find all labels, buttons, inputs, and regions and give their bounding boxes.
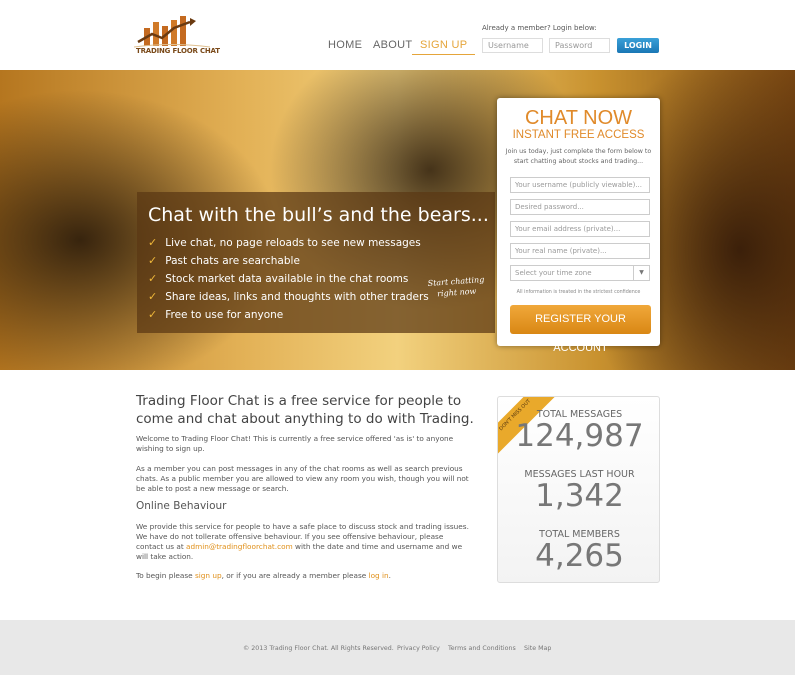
feature-text: Past chats are searchable — [165, 255, 300, 267]
desc-line: Join us today, just complete the form be… — [505, 148, 652, 155]
signup-description: Join us today, just complete the form be… — [497, 147, 660, 167]
signup-subtitle: INSTANT FREE ACCESS — [512, 129, 645, 141]
timezone-select[interactable]: Select your time zone ▼ — [510, 265, 650, 281]
password-field[interactable]: Desired password... — [510, 199, 650, 215]
text: To begin please — [136, 571, 195, 580]
begin-paragraph: To begin please sign up, or if you are a… — [136, 571, 471, 581]
behaviour-paragraph: We provide this service for people to ha… — [136, 522, 471, 562]
real-name-field[interactable]: Your real name (private)... — [510, 243, 650, 259]
feature-text: Share ideas, links and thoughts with oth… — [165, 291, 429, 303]
stat-value: 4,265 — [535, 538, 624, 574]
check-icon: ✓ — [148, 308, 158, 321]
password-input[interactable]: Password — [549, 38, 610, 53]
privacy-policy-link[interactable]: Privacy Policy — [397, 645, 440, 652]
logo-chart-icon — [133, 16, 211, 48]
hero-features: Chat with the bull’s and the bears... ✓ L… — [137, 192, 495, 333]
username-field[interactable]: Your username (publicly viewable)... — [510, 177, 650, 193]
feature-item: ✓ Stock market data available in the chat… — [148, 272, 429, 290]
check-icon: ✓ — [148, 272, 158, 285]
brand-name: TRADING FLOOR CHAT — [136, 47, 220, 55]
feature-item: ✓ Past chats are searchable — [148, 254, 429, 272]
desc-line: start chatting about stocks and trading.… — [513, 158, 644, 165]
feature-text: Free to use for anyone — [165, 309, 284, 321]
site-map-link[interactable]: Site Map — [524, 645, 551, 652]
feature-text: Live chat, no page reloads to see new me… — [165, 237, 421, 249]
hero-title: Chat with the bull’s and the bears... — [148, 204, 489, 226]
start-chatting-callout: Start chatting right now — [427, 274, 485, 300]
nav-home[interactable]: HOME — [328, 39, 362, 51]
nav-sign-up[interactable]: SIGN UP — [412, 39, 476, 55]
confidence-note: All information is treated in the strict… — [516, 290, 641, 295]
feature-item: ✓ Live chat, no page reloads to see new m… — [148, 236, 429, 254]
log-in-link[interactable]: log in — [369, 571, 389, 580]
text: , or if you are already a member please — [221, 571, 369, 580]
email-link[interactable]: admin@tradingfloorchat.com — [186, 542, 293, 551]
member-paragraph: As a member you can post messages in any… — [136, 464, 469, 493]
welcome-paragraph: Welcome to Trading Floor Chat! This is c… — [136, 434, 454, 453]
feature-text: Stock market data available in the chat … — [165, 273, 409, 285]
nav-about[interactable]: ABOUT — [373, 39, 412, 51]
signup-form: CHAT NOW INSTANT FREE ACCESS Join us tod… — [497, 98, 660, 354]
stats-panel: DON'T MISS OUT TOTAL MESSAGES 124,987 ME… — [497, 396, 660, 583]
feature-item: ✓ Share ideas, links and thoughts with ot… — [148, 290, 429, 308]
signup-title: CHAT NOW — [524, 107, 633, 129]
login-label: Already a member? Login below: — [482, 24, 597, 32]
chevron-down-icon[interactable]: ▼ — [633, 266, 649, 280]
register-button[interactable]: REGISTER YOUR ACCOUNT — [510, 305, 651, 354]
stat-value: 124,987 — [515, 418, 644, 454]
check-icon: ✓ — [148, 254, 158, 267]
intro-heading: Trading Floor Chat is a free service for… — [136, 393, 474, 427]
feature-item: ✓ Free to use for anyone — [148, 308, 429, 326]
text: . — [388, 571, 391, 580]
copyright: © 2013 Trading Floor Chat. All Rights Re… — [243, 645, 394, 652]
sign-up-link[interactable]: sign up — [195, 571, 222, 580]
check-icon: ✓ — [148, 236, 158, 249]
login-button[interactable]: LOGIN — [617, 38, 659, 53]
terms-link[interactable]: Terms and Conditions — [448, 645, 516, 652]
behaviour-heading: Online Behaviour — [136, 500, 227, 512]
email-field[interactable]: Your email address (private)... — [510, 221, 650, 237]
logo[interactable]: TRADING FLOOR CHAT — [133, 14, 220, 56]
username-input[interactable]: Username — [482, 38, 543, 53]
check-icon: ✓ — [148, 290, 158, 303]
timezone-value: Select your time zone — [515, 269, 592, 277]
stat-value: 1,342 — [535, 478, 624, 514]
